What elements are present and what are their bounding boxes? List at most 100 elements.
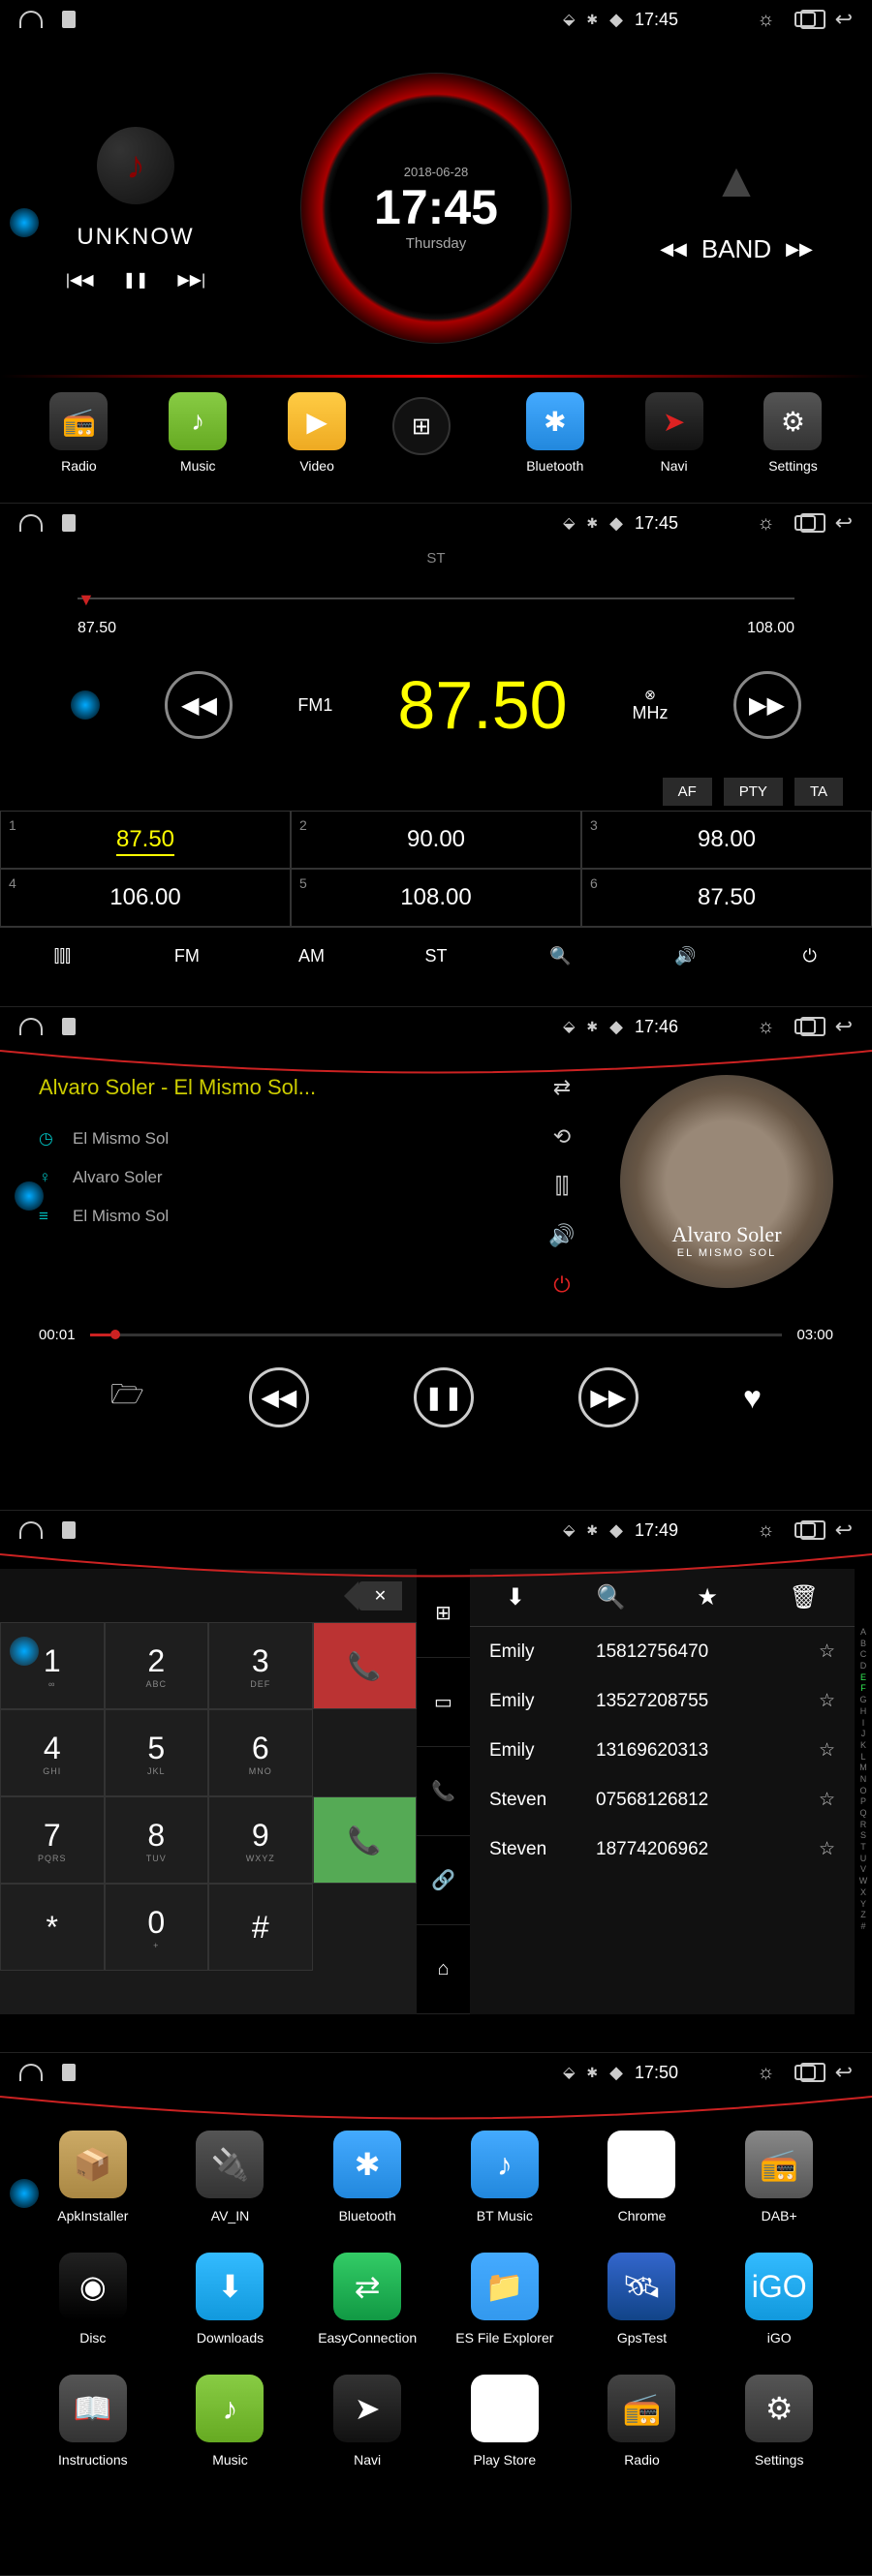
app-navi[interactable]: ➤Navi <box>303 2375 431 2468</box>
app-apkinstaller[interactable]: 📦ApkInstaller <box>29 2131 157 2223</box>
repeat-button[interactable]: ⟲ <box>553 1124 571 1150</box>
power-button[interactable]: ⏻ <box>747 932 872 981</box>
sd-card-icon[interactable] <box>62 1521 76 1539</box>
play-pause-button[interactable]: ❚❚ <box>123 270 149 290</box>
volume-button[interactable]: 🔊 <box>548 1223 575 1248</box>
next-track-button[interactable]: ▶▶| <box>177 270 205 290</box>
app-instructions[interactable]: 📖Instructions <box>29 2375 157 2468</box>
dock-music[interactable]: ♪Music <box>154 392 241 474</box>
radio-widget[interactable]: ◀◀ BAND ▶▶ <box>639 152 833 264</box>
preset-5[interactable]: 5108.00 <box>291 869 581 927</box>
home-icon[interactable] <box>19 514 43 532</box>
tab-link[interactable]: 🔗 <box>417 1836 470 1925</box>
assistant-orb[interactable] <box>15 1181 44 1211</box>
tab-recent[interactable]: 📞 <box>417 1747 470 1836</box>
brightness-icon[interactable]: ☼ <box>757 1016 774 1038</box>
folder-button[interactable]: 🗁 <box>110 1374 144 1421</box>
app-gpstest[interactable]: 🛰GpsTest <box>578 2253 706 2346</box>
brightness-icon[interactable]: ☼ <box>757 512 774 535</box>
tune-up-button[interactable]: ▶▶ <box>733 671 801 739</box>
app-disc[interactable]: ◉Disc <box>29 2253 157 2346</box>
ta-button[interactable]: TA <box>794 778 843 806</box>
recent-apps-icon[interactable] <box>794 1019 816 1034</box>
seek-up-button[interactable]: ▶▶ <box>786 239 813 260</box>
app-av-in[interactable]: 🔌AV_IN <box>167 2131 295 2223</box>
pause-button[interactable]: ❚❚ <box>414 1367 474 1427</box>
sd-card-icon[interactable] <box>62 514 76 532</box>
search-button[interactable]: 🔍 <box>498 932 623 981</box>
sd-card-icon[interactable] <box>62 11 76 28</box>
seek-down-button[interactable]: ◀◀ <box>660 239 687 260</box>
back-icon[interactable]: ↩ <box>835 1518 853 1543</box>
sd-card-icon[interactable] <box>62 2064 76 2081</box>
contact-row[interactable]: Emily15812756470☆ <box>470 1627 855 1676</box>
star-icon[interactable]: ☆ <box>819 1838 835 1860</box>
key-7[interactable]: 7PQRS <box>0 1796 105 1884</box>
app-radio[interactable]: 📻Radio <box>578 2375 706 2468</box>
hangup-button[interactable]: 📞 <box>313 1622 418 1709</box>
back-icon[interactable]: ↩ <box>835 1014 853 1039</box>
assistant-orb[interactable] <box>10 208 39 237</box>
app-dab-[interactable]: 📻DAB+ <box>715 2131 843 2223</box>
recent-apps-icon[interactable] <box>794 12 816 27</box>
star-icon[interactable]: ☆ <box>819 1739 835 1762</box>
key-#[interactable]: # <box>208 1884 313 1971</box>
key-2[interactable]: 2ABC <box>105 1622 209 1709</box>
home-icon[interactable] <box>19 11 43 28</box>
key-0[interactable]: 0+ <box>105 1884 209 1971</box>
preset-1[interactable]: 187.50 <box>0 811 291 869</box>
dock-video[interactable]: ▶Video <box>273 392 360 474</box>
prev-button[interactable]: ◀◀ <box>249 1367 309 1427</box>
dock-settings[interactable]: ⚙Settings <box>749 392 836 474</box>
recent-apps-icon[interactable] <box>794 515 816 531</box>
key-3[interactable]: 3DEF <box>208 1622 313 1709</box>
stereo-button[interactable]: ST <box>374 932 499 981</box>
contact-row[interactable]: Steven07568126812☆ <box>470 1775 855 1825</box>
app-music[interactable]: ♪Music <box>167 2375 295 2468</box>
assistant-orb[interactable] <box>10 2179 39 2208</box>
recent-apps-icon[interactable] <box>794 2065 816 2080</box>
dock-radio[interactable]: 📻Radio <box>35 392 122 474</box>
am-button[interactable]: AM <box>249 932 374 981</box>
home-icon[interactable] <box>19 1018 43 1035</box>
contact-row[interactable]: Emily13527208755☆ <box>470 1676 855 1726</box>
key-1[interactable]: 1∞ <box>0 1622 105 1709</box>
app-chrome[interactable]: ◉Chrome <box>578 2131 706 2223</box>
equalizer-button[interactable]: ⫿⫿⫿ <box>0 932 125 981</box>
app-es-file-explorer[interactable]: 📁ES File Explorer <box>441 2253 569 2346</box>
sd-card-icon[interactable] <box>62 1018 76 1035</box>
alpha-index[interactable]: ABCDEFGHIJKLMNOPQRSTUVWXYZ# <box>855 1569 872 2014</box>
preset-2[interactable]: 290.00 <box>291 811 581 869</box>
dock-bluetooth[interactable]: ✱Bluetooth <box>512 392 599 474</box>
app-igo[interactable]: iGOiGO <box>715 2253 843 2346</box>
app-settings[interactable]: ⚙Settings <box>715 2375 843 2468</box>
preset-4[interactable]: 4106.00 <box>0 869 291 927</box>
equalizer-button[interactable]: ⫿⫿ <box>555 1174 569 1199</box>
tab-contacts[interactable]: ▭ <box>417 1658 470 1747</box>
home-icon[interactable] <box>19 1521 43 1539</box>
pty-button[interactable]: PTY <box>724 778 783 806</box>
app-downloads[interactable]: ⬇Downloads <box>167 2253 295 2346</box>
assistant-orb[interactable] <box>10 1637 39 1666</box>
af-button[interactable]: AF <box>663 778 712 806</box>
star-icon[interactable]: ☆ <box>819 1789 835 1811</box>
back-icon[interactable]: ↩ <box>835 2060 853 2085</box>
preset-3[interactable]: 398.00 <box>581 811 872 869</box>
call-button[interactable]: 📞 <box>313 1796 418 1884</box>
key-8[interactable]: 8TUV <box>105 1796 209 1884</box>
app-easyconnection[interactable]: ⇄EasyConnection <box>303 2253 431 2346</box>
preset-6[interactable]: 687.50 <box>581 869 872 927</box>
backspace-button[interactable]: ✕ <box>358 1581 402 1610</box>
fm-button[interactable]: FM <box>125 932 250 981</box>
back-icon[interactable]: ↩ <box>835 7 853 32</box>
brightness-icon[interactable]: ☼ <box>757 2062 774 2084</box>
home-icon[interactable] <box>19 2064 43 2081</box>
dock-apps[interactable]: ⊞ <box>392 392 480 474</box>
favorite-button[interactable]: ♥ <box>743 1380 762 1416</box>
assistant-orb[interactable] <box>71 690 100 720</box>
tune-down-button[interactable]: ◀◀ <box>165 671 233 739</box>
star-icon[interactable]: ☆ <box>819 1641 835 1663</box>
key-6[interactable]: 6MNO <box>208 1709 313 1796</box>
brightness-icon[interactable]: ☼ <box>757 9 774 31</box>
volume-button[interactable]: 🔊 <box>623 932 748 981</box>
